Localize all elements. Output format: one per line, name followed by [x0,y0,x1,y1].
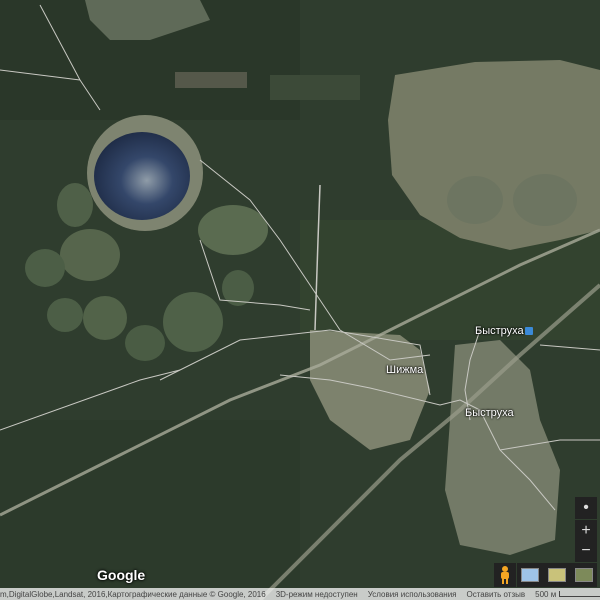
label-bystrukha-station: Быструха [475,325,524,337]
swamp-patch [163,292,223,352]
label-bystrukha-village: Быструха [465,407,514,419]
satellite-thumbnail[interactable] [574,568,593,582]
3d-mode-text: 3D-режим недоступен [275,589,358,599]
zoom-out-button[interactable]: − [575,540,597,562]
swamp-patch [513,174,577,226]
terrain-thumbnail[interactable] [547,568,566,582]
map-type-switcher[interactable] [517,563,597,587]
satellite-map[interactable] [0,0,600,600]
swamp-patch [25,249,65,287]
station-icon[interactable] [525,327,533,335]
google-logo: Google [97,567,146,583]
swamp-patch [198,205,268,255]
swamp-patch [47,298,83,332]
location-icon: • [583,499,589,516]
attribution-text: m,DigitalGlobe,Landsat, 2016,Картографич… [0,589,266,599]
pegman-icon [501,566,509,584]
map-footer: m,DigitalGlobe,Landsat, 2016,Картографич… [0,588,600,600]
terms-link[interactable]: Условия использования [368,590,457,599]
scale-bar [559,591,600,597]
my-location-button[interactable]: • [575,497,597,519]
swamp-patch [60,229,120,281]
swamp-patch [447,176,503,224]
label-shizhma: Шижма [386,364,424,376]
feedback-link[interactable]: Оставить отзыв [467,590,526,599]
map-thumbnail[interactable] [521,568,540,582]
field-strip [270,75,360,100]
field-strip [175,72,247,88]
lake-water [94,132,190,220]
swamp-patch [83,296,127,340]
swamp-patch [57,183,93,227]
forest-patch [0,420,300,600]
swamp-patch [125,325,165,361]
street-view-pegman[interactable] [494,563,516,587]
zoom-in-button[interactable]: + [575,520,597,542]
scale-label: 500 м [535,589,557,599]
scale-indicator: 500 м [535,590,600,599]
